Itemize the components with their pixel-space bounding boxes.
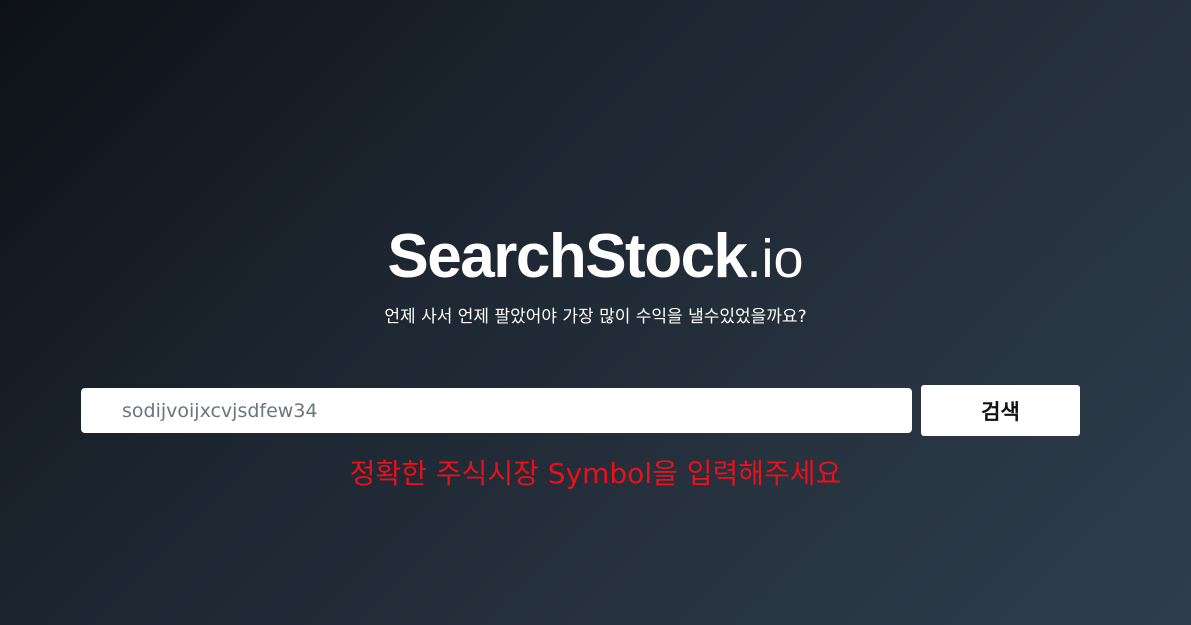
search-button[interactable]: 검색 <box>921 385 1080 436</box>
brand-extension: .io <box>746 229 804 289</box>
tagline: 언제 사서 언제 팔았어야 가장 많이 수익을 낼수있었을까요? <box>384 307 807 327</box>
brand-name: SearchStock <box>387 222 748 291</box>
error-message: 정확한 주식시장 Symbol을 입력해주세요 <box>349 457 842 490</box>
symbol-search-input[interactable] <box>81 388 912 433</box>
site-logo: SearchStock.io <box>0 221 1191 292</box>
